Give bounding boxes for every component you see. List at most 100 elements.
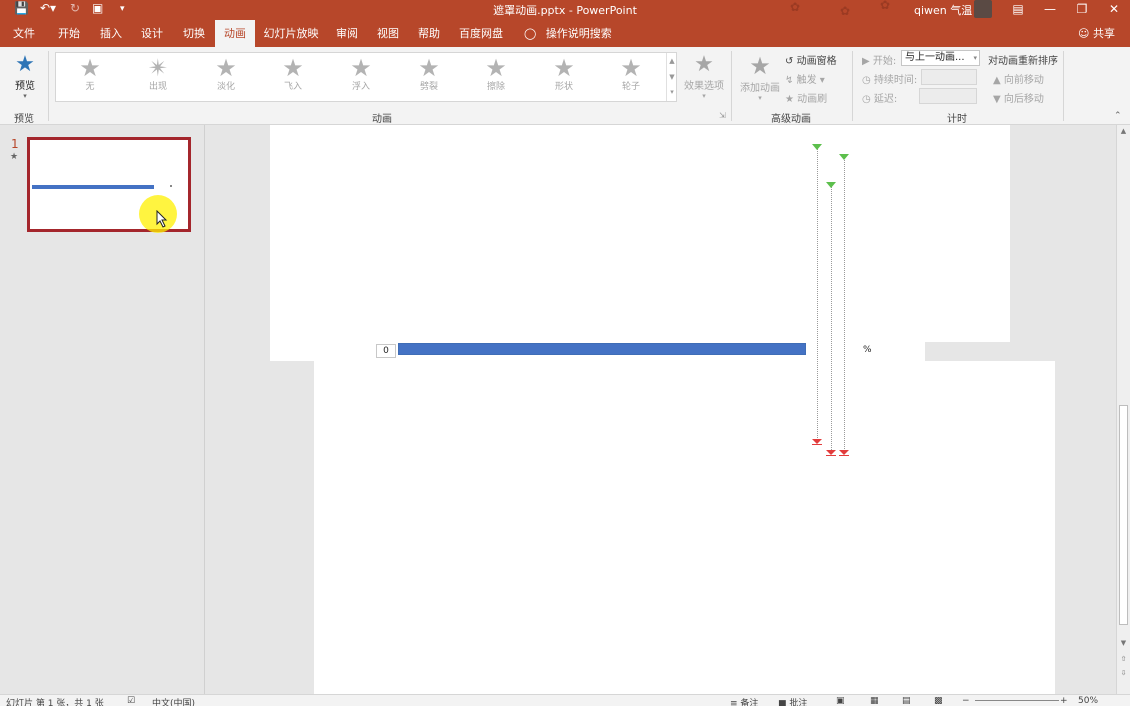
previous-slide-icon[interactable]: ⇧ xyxy=(1117,653,1130,665)
dialog-launcher-icon[interactable]: ⇲ xyxy=(719,111,726,120)
duration-field[interactable] xyxy=(921,69,977,85)
tab-review[interactable]: 审阅 xyxy=(328,20,366,47)
slideshow-view-icon[interactable]: ▩ xyxy=(934,696,943,706)
slide-sorter-icon[interactable]: ▦ xyxy=(870,696,879,706)
motion-path-end-icon[interactable] xyxy=(812,439,822,445)
motion-path-line[interactable] xyxy=(844,157,845,453)
gallery-item-fade[interactable]: ★ 淡化 xyxy=(196,55,256,99)
ribbon-display-options-icon[interactable]: ▤ xyxy=(1003,0,1033,20)
zoom-out-icon[interactable]: − xyxy=(962,696,970,706)
gallery-item-wheel[interactable]: ★ 轮子 xyxy=(601,55,661,99)
motion-path-line[interactable] xyxy=(817,149,818,442)
animation-gallery[interactable]: ★ 无 ✴ 出现 ★ 淡化 ★ 飞入 ★ 浮入 ★ 劈裂 ★ 擦除 ★ 形状 ★… xyxy=(55,52,677,102)
preview-button[interactable]: ★ 预览 ▾ xyxy=(8,53,42,103)
slide-canvas-top[interactable] xyxy=(270,125,1010,342)
add-star-icon: ★ xyxy=(749,52,771,80)
tab-view[interactable]: 视图 xyxy=(369,20,407,47)
motion-path-start-icon[interactable] xyxy=(812,144,822,150)
trigger-button[interactable]: ↯ 触发 ▾ xyxy=(785,71,825,86)
start-label-text: 开始: xyxy=(872,56,897,67)
preview-star-icon: ★ xyxy=(15,52,35,77)
avatar[interactable] xyxy=(974,0,992,18)
scrollbar-thumb[interactable] xyxy=(1119,405,1128,625)
title-bar: 💾 ↶▾ ↻ ▣ ▾ ✿ ✿ ✿ 遮罩动画.pptx - PowerPoint … xyxy=(0,0,1130,20)
ribbon-tabs: 文件 开始 插入 设计 切换 动画 幻灯片放映 审阅 视图 帮助 百度网盘 ◯ … xyxy=(0,20,1130,47)
star-icon: ★ xyxy=(694,52,714,77)
slide-canvas-bottom[interactable] xyxy=(314,361,1055,694)
percent-label[interactable]: % xyxy=(863,345,872,355)
delay-label: ◷ 延迟: xyxy=(862,90,897,105)
comments-label: 批注 xyxy=(789,699,808,706)
motion-path-start-icon[interactable] xyxy=(826,182,836,188)
delay-label-text: 延迟: xyxy=(873,94,898,105)
tab-insert[interactable]: 插入 xyxy=(92,20,130,47)
minimize-icon[interactable]: — xyxy=(1035,0,1065,20)
triangle-up-icon: ▲ xyxy=(993,75,1001,86)
delay-field[interactable] xyxy=(919,88,977,104)
move-later-button[interactable]: ▼ 向后移动 xyxy=(993,90,1044,105)
tab-animations[interactable]: 动画 xyxy=(215,20,255,47)
tab-home[interactable]: 开始 xyxy=(50,20,88,47)
chevron-up-icon[interactable]: ▲ xyxy=(667,53,677,69)
zoom-slider[interactable] xyxy=(975,700,1059,701)
clock-icon: ◷ xyxy=(862,94,871,105)
gallery-item-appear[interactable]: ✴ 出现 xyxy=(128,55,188,99)
motion-path-end-icon[interactable] xyxy=(839,450,849,456)
reading-view-icon[interactable]: ▤ xyxy=(902,696,911,706)
animation-pane-button[interactable]: ↺ 动画窗格 xyxy=(785,52,837,67)
more-icon[interactable]: ▾ xyxy=(667,85,677,99)
gallery-item-split[interactable]: ★ 劈裂 xyxy=(399,55,459,99)
motion-path-start-icon[interactable] xyxy=(839,154,849,160)
motion-path-end-icon[interactable] xyxy=(826,450,836,456)
chevron-down-icon: ▾ xyxy=(973,54,977,62)
tab-file[interactable]: 文件 xyxy=(6,20,42,47)
tab-baidu[interactable]: 百度网盘 xyxy=(452,20,510,47)
animation-group-label: 动画 xyxy=(372,114,392,125)
add-animation-label: 添加动画 xyxy=(740,83,780,94)
language-indicator[interactable]: 中文(中国) xyxy=(152,696,195,706)
normal-view-icon[interactable]: ▣ xyxy=(836,696,845,706)
scroll-down-icon[interactable]: ▼ xyxy=(1117,637,1130,649)
animation-painter-button[interactable]: ★ 动画刷 xyxy=(785,90,827,105)
zoom-in-icon[interactable]: + xyxy=(1060,696,1068,706)
gallery-item-float-in[interactable]: ★ 浮入 xyxy=(331,55,391,99)
close-icon[interactable]: ✕ xyxy=(1099,0,1129,20)
zoom-level[interactable]: 50% xyxy=(1078,696,1098,706)
progress-start-label[interactable]: 0 xyxy=(376,344,396,358)
gallery-item-none[interactable]: ★ 无 xyxy=(60,55,120,99)
gallery-item-wipe[interactable]: ★ 擦除 xyxy=(466,55,526,99)
vertical-scrollbar[interactable]: ▲ ▼ ⇧ ⇩ xyxy=(1116,125,1130,694)
motion-path-line[interactable] xyxy=(831,185,832,454)
notes-button[interactable]: ≡ 备注 xyxy=(730,696,758,706)
spellcheck-icon[interactable]: ☑ xyxy=(127,696,135,706)
effect-options-label: 效果选项 xyxy=(684,81,724,92)
gallery-item-fly-in[interactable]: ★ 飞入 xyxy=(263,55,323,99)
scroll-up-icon[interactable]: ▲ xyxy=(1117,125,1130,137)
tab-design[interactable]: 设计 xyxy=(133,20,171,47)
triangle-down-icon: ▼ xyxy=(993,94,1001,105)
chevron-down-icon: ▾ xyxy=(758,94,762,102)
next-slide-icon[interactable]: ⇩ xyxy=(1117,667,1130,679)
mouse-cursor-icon xyxy=(156,210,168,228)
user-name[interactable]: qiwen 气温 xyxy=(914,2,972,18)
share-button[interactable]: ☺ 共享 xyxy=(1078,20,1115,47)
chevron-down-icon[interactable]: ▼ xyxy=(667,69,677,85)
effect-options-button[interactable]: ★ 效果选项 ▾ xyxy=(681,53,727,103)
gallery-item-label: 浮入 xyxy=(351,82,370,92)
progress-bar[interactable] xyxy=(398,343,806,355)
duration-label-text: 持续时间: xyxy=(873,75,918,86)
gallery-scroll[interactable]: ▲ ▼ ▾ xyxy=(666,53,677,101)
collapse-ribbon-icon[interactable]: ⌃ xyxy=(1114,111,1122,121)
tab-slideshow[interactable]: 幻灯片放映 xyxy=(260,20,322,47)
add-animation-button[interactable]: ★ 添加动画 ▾ xyxy=(737,53,783,105)
gallery-item-label: 轮子 xyxy=(621,82,640,92)
start-dropdown[interactable]: 与上一动画... ▾ xyxy=(901,50,980,66)
chevron-down-icon: ▾ xyxy=(702,92,706,100)
restore-icon[interactable]: ❐ xyxy=(1067,0,1097,20)
gallery-item-shape[interactable]: ★ 形状 xyxy=(534,55,594,99)
tell-me-search[interactable]: ◯ 操作说明搜索 xyxy=(524,20,612,47)
move-earlier-button[interactable]: ▲ 向前移动 xyxy=(993,71,1044,86)
tab-transitions[interactable]: 切换 xyxy=(175,20,213,47)
tab-help[interactable]: 帮助 xyxy=(410,20,448,47)
comments-button[interactable]: ■ 批注 xyxy=(778,696,807,706)
